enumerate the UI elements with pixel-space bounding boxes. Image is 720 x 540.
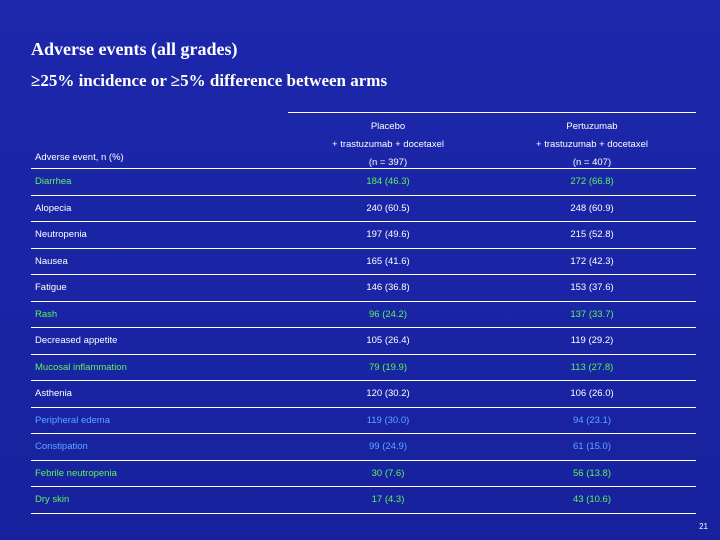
table-body: Diarrhea 184 (46.3) 272 (66.8) Alopecia 240 … <box>31 169 696 514</box>
pertuzumab-header-line1: Pertuzumab <box>566 121 618 132</box>
adverse-event-cell: Fatigue <box>35 282 67 293</box>
placebo-column-header: Placebo + trastuzumab + docetaxel (n = 3… <box>288 118 488 172</box>
placebo-value-cell: 30 (7.6) <box>371 467 405 479</box>
pertuzumab-value-cell: 153 (37.6) <box>570 282 614 293</box>
table-row: Asthenia 120 (30.2) 106 (26.0) <box>31 381 696 408</box>
placebo-value-cell: 119 (30.0) <box>366 414 410 426</box>
table-row: Dry skin 17 (4.3) 43 (10.6) <box>31 487 696 514</box>
placebo-value-cell: 17 (4.3) <box>371 494 405 505</box>
adverse-event-cell: Asthenia <box>35 388 72 399</box>
adverse-event-cell: Dry skin <box>35 494 70 505</box>
adverse-event-cell: Alopecia <box>35 202 72 214</box>
table-row: Decreased appetite 105 (26.4) 119 (29.2) <box>31 328 696 355</box>
pertuzumab-header-line2: + trastuzumab + docetaxel <box>536 139 648 150</box>
placebo-value-cell: 165 (41.6) <box>366 255 410 267</box>
pertuzumab-value-cell: 61 (15.0) <box>572 441 612 452</box>
header-top-rule <box>288 112 696 113</box>
pertuzumab-value-cell: 137 (33.7) <box>570 308 614 320</box>
adverse-event-cell: Nausea <box>35 255 68 267</box>
table-row: Nausea 165 (41.6) 172 (42.3) <box>31 249 696 275</box>
pertuzumab-value-cell: 94 (23.1) <box>572 414 612 426</box>
pertuzumab-value-cell: 248 (60.9) <box>570 202 614 214</box>
pertuzumab-value-cell: 215 (52.8) <box>570 229 614 240</box>
table-row: Rash 96 (24.2) 137 (33.7) <box>31 302 696 328</box>
placebo-value-cell: 120 (30.2) <box>366 388 410 399</box>
table-row: Constipation 99 (24.9) 61 (15.0) <box>31 434 696 461</box>
event-column-header: Adverse event, n (%) <box>35 152 124 163</box>
placebo-value-cell: 99 (24.9) <box>368 441 408 452</box>
pertuzumab-value-cell: 113 (27.8) <box>570 361 614 373</box>
table-row: Neutropenia 197 (49.6) 215 (52.8) <box>31 222 696 249</box>
pertuzumab-value-cell: 43 (10.6) <box>572 494 612 505</box>
table-row: Peripheral edema 119 (30.0) 94 (23.1) <box>31 408 696 434</box>
pertuzumab-value-cell: 172 (42.3) <box>570 255 614 267</box>
adverse-event-cell: Mucosal inflammation <box>35 361 127 373</box>
table-row: Fatigue 146 (36.8) 153 (37.6) <box>31 275 696 302</box>
adverse-event-cell: Decreased appetite <box>35 335 118 346</box>
placebo-value-cell: 184 (46.3) <box>366 176 410 187</box>
adverse-event-cell: Peripheral edema <box>35 414 110 426</box>
adverse-event-cell: Febrile neutropenia <box>35 467 117 479</box>
placebo-header-line2: + trastuzumab + docetaxel <box>332 139 444 150</box>
placebo-value-cell: 105 (26.4) <box>366 335 410 346</box>
placebo-header-line1: Placebo <box>370 121 406 132</box>
pertuzumab-value-cell: 272 (66.8) <box>570 176 614 187</box>
table-row: Febrile neutropenia 30 (7.6) 56 (13.8) <box>31 461 696 487</box>
table-row: Mucosal inflammation 79 (19.9) 113 (27.8) <box>31 355 696 381</box>
placebo-value-cell: 146 (36.8) <box>366 282 410 293</box>
placebo-value-cell: 79 (19.9) <box>368 361 408 373</box>
slide-title: Adverse events (all grades) <box>31 39 238 59</box>
table-row: Alopecia 240 (60.5) 248 (60.9) <box>31 196 696 222</box>
pertuzumab-column-header: Pertuzumab + trastuzumab + docetaxel (n … <box>488 118 696 172</box>
adverse-event-cell: Neutropenia <box>35 229 87 240</box>
pertuzumab-value-cell: 56 (13.8) <box>572 467 612 479</box>
adverse-events-table: Adverse event, n (%) Placebo + trastuzum… <box>31 112 696 514</box>
table-header: Adverse event, n (%) Placebo + trastuzum… <box>31 112 696 169</box>
pertuzumab-value-cell: 106 (26.0) <box>570 388 614 399</box>
placebo-value-cell: 96 (24.2) <box>368 308 408 320</box>
table-row: Diarrhea 184 (46.3) 272 (66.8) <box>31 169 696 196</box>
adverse-event-cell: Rash <box>35 308 58 320</box>
slide-subtitle: ≥25% incidence or ≥5% difference between… <box>31 71 388 90</box>
adverse-event-cell: Diarrhea <box>35 176 72 187</box>
page-number: 21 <box>699 522 708 531</box>
pertuzumab-value-cell: 119 (29.2) <box>570 335 614 346</box>
adverse-event-cell: Constipation <box>35 441 88 452</box>
slide: Adverse events (all grades) ≥25% inciden… <box>0 0 720 540</box>
placebo-value-cell: 197 (49.6) <box>366 229 410 240</box>
placebo-value-cell: 240 (60.5) <box>366 202 410 214</box>
